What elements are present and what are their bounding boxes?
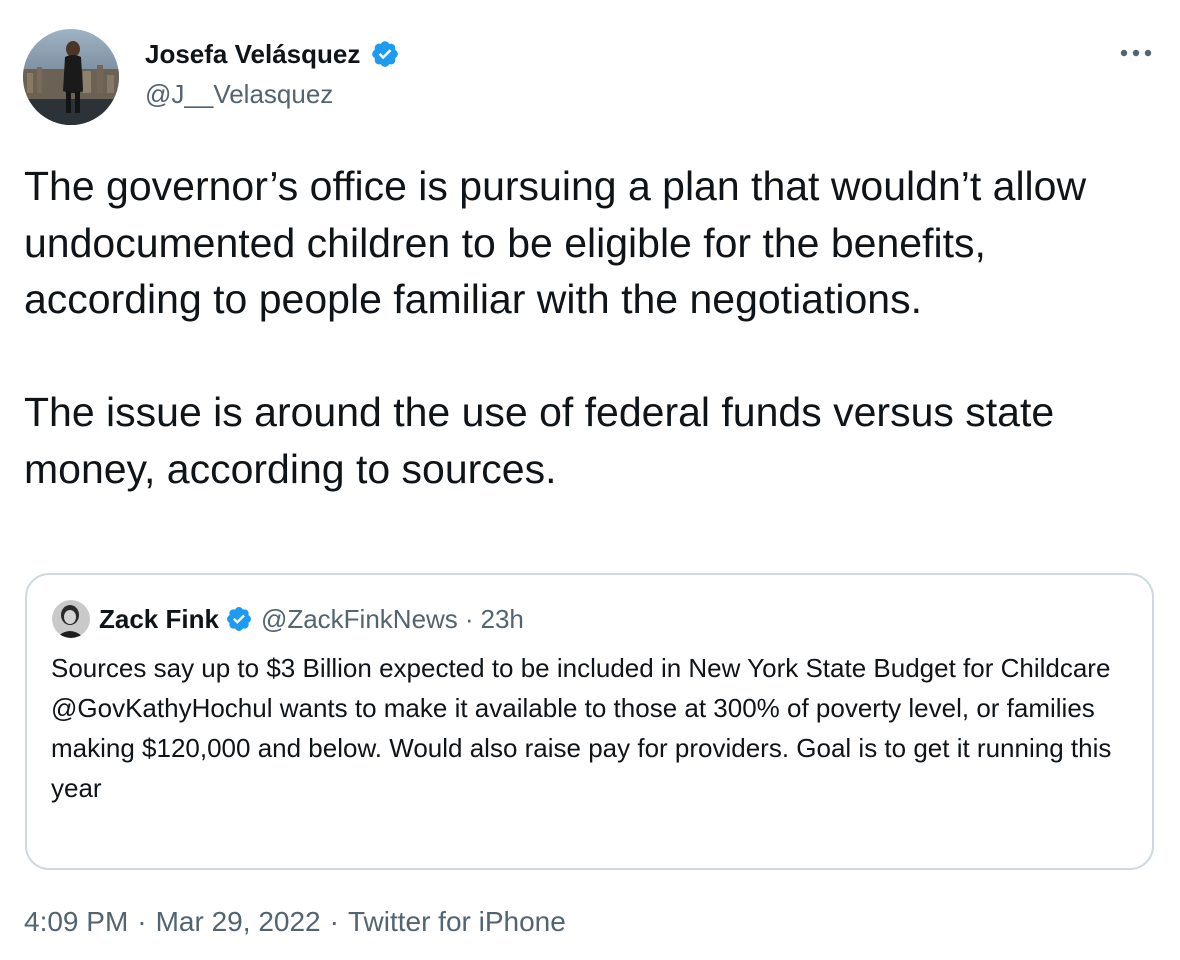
author-name[interactable]: Josefa Velásquez bbox=[145, 38, 360, 70]
separator-dot: · bbox=[464, 604, 474, 634]
verified-badge-icon bbox=[225, 605, 253, 633]
tweet-date[interactable]: Mar 29, 2022 bbox=[156, 902, 321, 942]
more-icon bbox=[1120, 49, 1152, 57]
quoted-tweet-time[interactable]: 23h bbox=[480, 602, 523, 636]
avatar-image bbox=[23, 29, 119, 125]
tweet-text: The governor’s office is pursuing a plan… bbox=[24, 158, 1144, 497]
quoted-tweet-header: Zack Fink @ZackFinkNews · 23h bbox=[99, 602, 524, 636]
quoted-tweet-text: Sources say up to $3 Billion expected to… bbox=[51, 648, 1136, 808]
separator-dot: · bbox=[137, 906, 147, 937]
tweet-meta: 4:09 PM · Mar 29, 2022 · Twitter for iPh… bbox=[24, 902, 566, 942]
tweet-time[interactable]: 4:09 PM bbox=[24, 902, 128, 942]
quoted-author-name[interactable]: Zack Fink bbox=[99, 602, 219, 636]
quoted-tweet-line: Sources say up to $3 Billion expected to… bbox=[51, 653, 1111, 683]
author-handle[interactable]: @J__Velasquez bbox=[145, 78, 333, 110]
avatar[interactable] bbox=[23, 29, 119, 125]
verified-badge-icon bbox=[370, 39, 400, 69]
tweet-paragraph: The issue is around the use of federal f… bbox=[24, 389, 1055, 492]
separator-dot: · bbox=[329, 906, 339, 937]
more-button[interactable] bbox=[1114, 40, 1158, 66]
tweet-source[interactable]: Twitter for iPhone bbox=[348, 902, 566, 942]
tweet-paragraph: The governor’s office is pursuing a plan… bbox=[24, 163, 1087, 322]
quoted-tweet-card[interactable]: Zack Fink @ZackFinkNews · 23h Sources sa… bbox=[25, 573, 1154, 870]
quoted-author-handle[interactable]: @ZackFinkNews bbox=[261, 602, 458, 636]
quoted-tweet-line: @GovKathyHochul wants to make it availab… bbox=[51, 693, 1112, 803]
quoted-avatar[interactable] bbox=[52, 600, 90, 638]
author-name-row: Josefa Velásquez bbox=[145, 38, 400, 70]
quoted-avatar-image bbox=[52, 600, 90, 638]
